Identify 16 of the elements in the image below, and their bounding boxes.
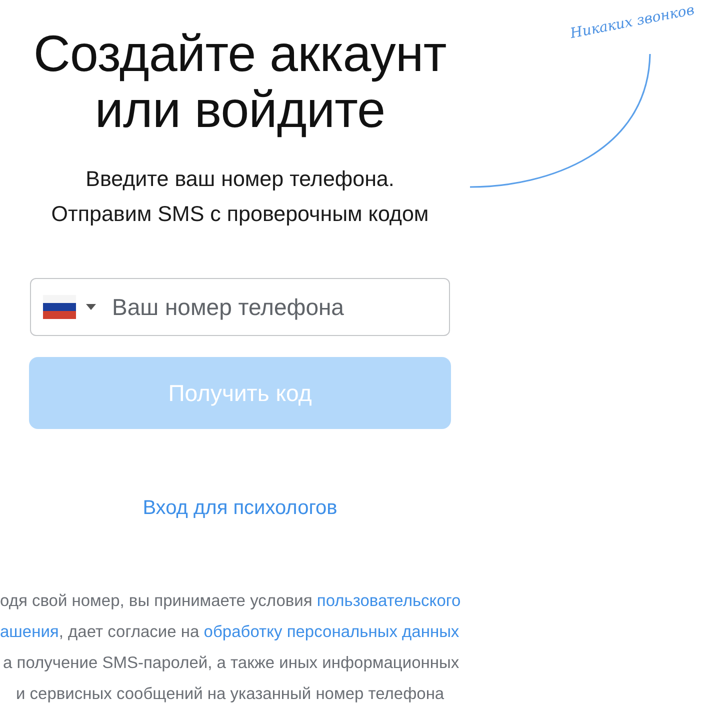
- psychologist-login-link[interactable]: Вход для психологов: [142, 497, 338, 520]
- terms-link[interactable]: ашения: [0, 623, 59, 641]
- legal-text: а получение SMS-паролей, а также иных информационных: [2, 653, 460, 674]
- legal-text: и сервисных сообщений на указанный номер телефона: [15, 684, 446, 705]
- flag-icon: [43, 295, 76, 319]
- caret-icon: [86, 304, 96, 310]
- terms-link[interactable]: обработку персональных данных: [204, 623, 460, 641]
- country-picker[interactable]: [43, 295, 96, 319]
- subtitle-line: Отправим SMS с проверочным кодом: [51, 201, 429, 228]
- legal-text: ашения, дает согласие на обработку персональных данных: [0, 622, 460, 643]
- phone-input-field[interactable]: Ваш номер телефона: [30, 278, 450, 336]
- legal-text: одя свой номер, вы принимаете условия пользовательского: [0, 591, 461, 612]
- terms-link[interactable]: пользовательского: [316, 592, 461, 610]
- subtitle-line: Введите ваш номер телефона.: [86, 166, 394, 193]
- handwritten-note: Никаких звонков: [568, 2, 696, 42]
- heading: Создайте аккаунт или войдите: [32, 26, 448, 138]
